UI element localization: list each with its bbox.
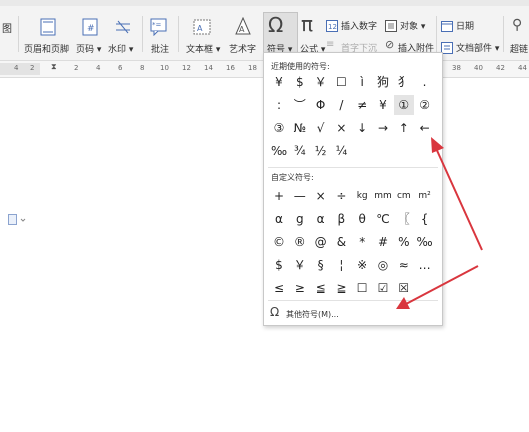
red-arrow-line: [405, 265, 479, 305]
annotation-arrows: [396, 137, 483, 309]
red-arrow-line: [434, 145, 483, 251]
red-arrowhead: [431, 137, 444, 153]
